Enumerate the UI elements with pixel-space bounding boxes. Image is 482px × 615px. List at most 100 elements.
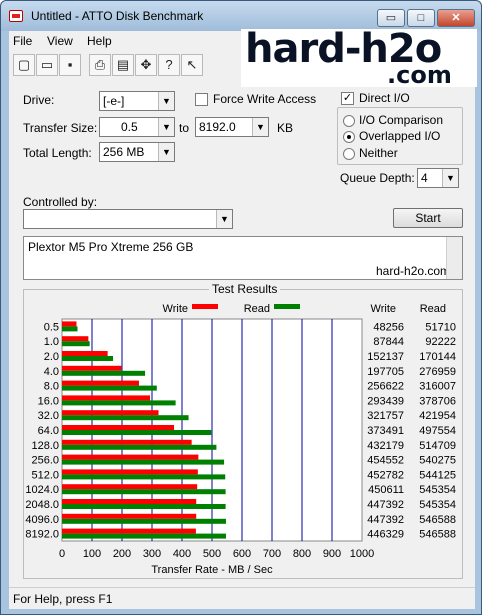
start-button[interactable]: Start — [393, 208, 463, 228]
transfer-from-value: 0.5 — [121, 120, 138, 134]
x-tick-label: 300 — [143, 548, 161, 560]
write-value-cell: 454552 — [367, 455, 404, 467]
help-icon[interactable]: ? — [158, 54, 180, 76]
y-tick-label: 1.0 — [44, 336, 59, 348]
menu-file[interactable]: File — [13, 34, 32, 48]
logo-text-domain: .com — [387, 61, 452, 89]
write-value-cell: 256622 — [367, 381, 404, 393]
io-comparison-radio[interactable] — [343, 115, 355, 127]
close-button[interactable]: ✕ — [437, 9, 475, 27]
read-bar — [62, 400, 176, 406]
read-bar — [62, 489, 226, 495]
queue-depth-select[interactable]: 4 ▼ — [417, 168, 459, 188]
x-tick-label: 700 — [263, 548, 281, 560]
read-value-cell: 540275 — [419, 455, 456, 467]
description-scrollbar[interactable] — [446, 237, 462, 279]
write-bar — [62, 321, 77, 327]
chevron-down-icon: ▼ — [252, 118, 268, 136]
total-length-value: 256 MB — [103, 145, 145, 159]
overlapped-io-label: Overlapped I/O — [359, 129, 441, 143]
total-length-select[interactable]: 256 MB ▼ — [99, 142, 175, 162]
write-value-cell: 452782 — [367, 469, 404, 481]
read-bar — [62, 474, 226, 480]
write-value-cell: 197705 — [367, 366, 404, 378]
write-value-cell: 293439 — [367, 395, 404, 407]
y-tick-label: 8.0 — [44, 381, 59, 393]
window-title: Untitled - ATTO Disk Benchmark — [31, 9, 204, 23]
status-bar: For Help, press F1 — [9, 587, 475, 609]
overlapped-io-radio[interactable] — [343, 131, 355, 143]
write-column-header: Write — [371, 303, 396, 315]
force-write-label: Force Write Access — [213, 92, 317, 106]
new-icon[interactable]: ▢ — [13, 54, 35, 76]
move-icon[interactable]: ✥ — [135, 54, 157, 76]
x-tick-label: 500 — [203, 548, 221, 560]
legend-read-label: Read — [244, 303, 270, 315]
x-axis-label: Transfer Rate - MB / Sec — [151, 564, 273, 576]
read-value-cell: 51710 — [425, 321, 456, 333]
maximize-button[interactable]: □ — [407, 9, 435, 27]
read-value-cell: 514709 — [419, 440, 456, 452]
to-label: to — [179, 121, 190, 135]
chevron-down-icon: ▼ — [158, 92, 174, 110]
read-bar — [62, 326, 78, 332]
write-bar — [62, 439, 192, 445]
print-icon[interactable]: ⎙ — [89, 54, 111, 76]
controlled-by-select[interactable]: ▼ — [23, 209, 233, 229]
read-bar — [62, 341, 90, 347]
read-value-cell: 545354 — [419, 484, 456, 496]
save-icon[interactable]: ▪ — [59, 54, 81, 76]
y-tick-label: 4096.0 — [25, 514, 59, 526]
write-value-cell: 48256 — [373, 321, 404, 333]
controlled-by-label: Controlled by: — [23, 195, 98, 209]
write-bar — [62, 365, 122, 371]
io-comparison-label: I/O Comparison — [359, 113, 444, 127]
write-bar — [62, 454, 199, 460]
legend-write-label: Write — [163, 303, 188, 315]
open-icon[interactable]: ▭ — [36, 54, 58, 76]
x-tick-label: 0 — [59, 548, 65, 560]
force-write-checkbox[interactable] — [195, 93, 208, 106]
direct-io-checkbox[interactable]: ✓ — [341, 92, 354, 105]
write-bar — [62, 499, 197, 504]
transfer-size-label: Transfer Size: — [23, 121, 98, 135]
read-value-cell: 545354 — [419, 499, 456, 511]
read-column-header: Read — [420, 303, 446, 315]
app-window: Untitled - ATTO Disk Benchmark ▭ □ ✕ Fil… — [0, 0, 482, 615]
total-length-label: Total Length: — [23, 146, 92, 160]
context-help-icon[interactable]: ↖ — [181, 54, 203, 76]
read-value-cell: 546588 — [419, 514, 456, 526]
menu-view[interactable]: View — [47, 34, 73, 48]
menu-help[interactable]: Help — [87, 34, 112, 48]
toolbar: ▢ ▭ ▪ ⎙ ▤ ✥ ? ↖ — [9, 52, 209, 78]
read-value-cell: 276959 — [419, 366, 456, 378]
minimize-button[interactable]: ▭ — [377, 9, 405, 27]
drive-select[interactable]: [-e-] ▼ — [99, 91, 175, 111]
y-tick-label: 512.0 — [31, 469, 59, 481]
description-line-1: Plextor M5 Pro Xtreme 256 GB — [28, 240, 194, 254]
read-bar — [62, 459, 225, 465]
client-area: File View Help ▢ ▭ ▪ ⎙ ▤ ✥ ? ↖ hard-h2o … — [9, 29, 477, 609]
description-box[interactable]: Plextor M5 Pro Xtreme 256 GB hard-h2o.co… — [23, 236, 463, 280]
x-tick-label: 1000 — [350, 548, 374, 560]
read-bar — [62, 415, 189, 421]
transfer-size-from-select[interactable]: 0.5 ▼ — [99, 117, 175, 137]
y-tick-label: 64.0 — [38, 425, 59, 437]
print-preview-icon[interactable]: ▤ — [112, 54, 134, 76]
write-value-cell: 447392 — [367, 514, 404, 526]
read-bar — [62, 356, 114, 361]
x-tick-label: 900 — [323, 548, 341, 560]
write-bar — [62, 484, 198, 490]
drive-value: [-e-] — [103, 94, 125, 108]
read-bar — [62, 430, 212, 435]
test-results-group: Test Results 0 100 200 300 400 500 600 700 800 90… — [23, 282, 463, 579]
transfer-size-to-select[interactable]: 8192.0 ▼ — [195, 117, 269, 137]
read-bar — [62, 533, 226, 539]
read-bar — [62, 444, 217, 450]
hard-h2o-logo: hard-h2o .com — [241, 29, 477, 87]
write-bar — [62, 410, 159, 416]
y-tick-label: 8192.0 — [25, 529, 59, 541]
direct-io-label: Direct I/O — [359, 91, 410, 105]
legend-write-swatch — [192, 304, 218, 309]
neither-radio[interactable] — [343, 148, 355, 160]
